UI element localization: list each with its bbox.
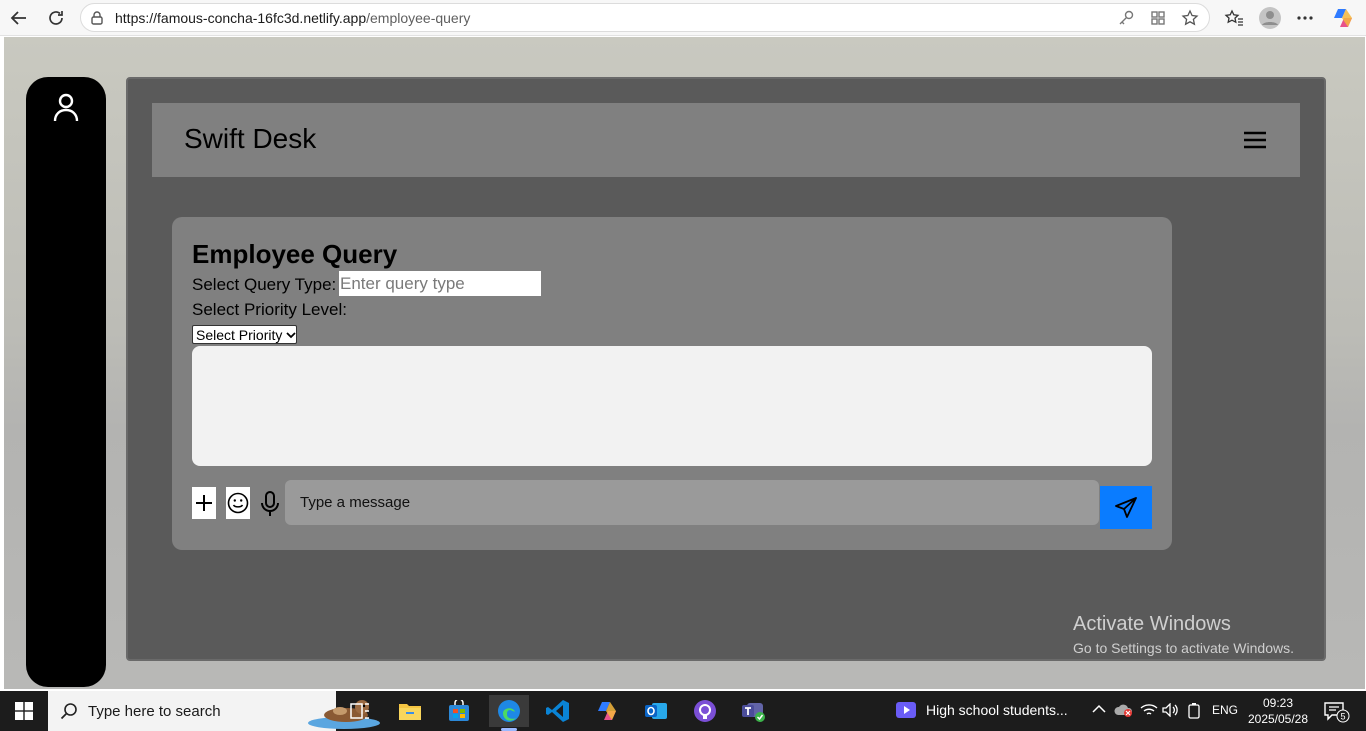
github-icon xyxy=(694,700,716,722)
system-clock[interactable]: 09:23 2025/05/28 xyxy=(1246,695,1310,727)
notification-count: 5 xyxy=(1340,712,1345,722)
vscode-icon xyxy=(546,700,569,722)
more-icon xyxy=(1297,16,1313,20)
lock-icon[interactable] xyxy=(89,10,105,31)
microphone-icon[interactable] xyxy=(260,491,280,522)
favorites-icon xyxy=(1224,9,1243,26)
url-text: https://famous-concha-16fc3d.netlify.app… xyxy=(115,10,470,26)
page-viewport: Swift Desk Employee Query Select Query T… xyxy=(4,37,1365,689)
battery-icon[interactable] xyxy=(1187,703,1201,722)
back-button[interactable] xyxy=(6,5,32,31)
volume-icon[interactable] xyxy=(1162,702,1180,720)
address-bar[interactable]: https://famous-concha-16fc3d.netlify.app… xyxy=(80,3,1210,32)
extensions-icon[interactable] xyxy=(1149,9,1169,27)
video-news-icon xyxy=(896,702,916,718)
plus-icon xyxy=(196,495,212,511)
windows-logo-icon xyxy=(15,702,33,720)
key-icon[interactable] xyxy=(1117,9,1137,27)
message-input[interactable] xyxy=(285,480,1099,525)
priority-selected-value: Select Priority xyxy=(196,326,283,343)
news-headline: High school students... xyxy=(926,702,1068,718)
activate-windows-watermark: Activate Windows Go to Settings to activ… xyxy=(1073,613,1294,656)
query-type-input[interactable] xyxy=(339,271,541,296)
search-placeholder: Type here to search xyxy=(88,703,221,720)
attach-button[interactable] xyxy=(192,487,216,519)
store-icon xyxy=(449,700,469,721)
favorites-button[interactable] xyxy=(1221,5,1247,31)
refresh-icon xyxy=(49,11,63,25)
onedrive-icon[interactable] xyxy=(1114,703,1134,720)
wifi-icon[interactable] xyxy=(1140,703,1158,720)
start-button[interactable] xyxy=(0,691,48,731)
news-widget[interactable]: High school students... xyxy=(896,701,1068,719)
send-button[interactable] xyxy=(1100,486,1152,529)
query-type-label: Select Query Type: xyxy=(192,275,337,294)
folder-icon xyxy=(399,704,421,720)
copilot-button[interactable] xyxy=(1330,5,1356,31)
refresh-button[interactable] xyxy=(43,5,69,31)
task-view-button[interactable] xyxy=(340,695,380,727)
more-button[interactable] xyxy=(1292,5,1318,31)
task-view-icon xyxy=(350,703,369,719)
edge-icon xyxy=(498,700,520,722)
browser-toolbar: https://famous-concha-16fc3d.netlify.app… xyxy=(0,0,1366,36)
smiley-icon xyxy=(227,492,249,514)
profile-button[interactable] xyxy=(1257,5,1283,31)
hamburger-menu-icon[interactable] xyxy=(1244,131,1266,154)
priority-select[interactable]: Select Priority xyxy=(192,325,297,344)
notification-icon: 5 xyxy=(1324,702,1350,723)
sidebar xyxy=(26,77,106,687)
outlook-button[interactable] xyxy=(636,695,676,727)
query-heading: Employee Query xyxy=(192,239,398,269)
app-header: Swift Desk xyxy=(152,103,1300,177)
star-icon[interactable] xyxy=(1181,9,1201,27)
avatar-icon xyxy=(1259,7,1281,29)
url-path: /employee-query xyxy=(366,10,471,26)
copilot-app-button[interactable] xyxy=(587,695,627,727)
edge-button[interactable] xyxy=(489,695,529,731)
emoji-button[interactable] xyxy=(226,487,250,519)
app-title: Swift Desk xyxy=(184,123,317,154)
taskbar-search[interactable]: Type here to search xyxy=(48,691,380,731)
search-icon xyxy=(60,702,78,725)
send-icon xyxy=(1115,496,1137,518)
watermark-line1: Activate Windows xyxy=(1073,613,1231,635)
main-panel: Swift Desk Employee Query Select Query T… xyxy=(126,77,1326,661)
clock-date: 2025/05/28 xyxy=(1247,712,1309,726)
url-host: https://famous-concha-16fc3d.netlify.app xyxy=(115,10,367,26)
language-indicator[interactable]: ENG xyxy=(1212,703,1238,717)
priority-label: Select Priority Level: xyxy=(192,300,347,319)
arrow-left-icon xyxy=(10,11,26,25)
file-explorer-button[interactable] xyxy=(390,695,430,727)
github-button[interactable] xyxy=(685,695,725,727)
chat-messages-area xyxy=(192,346,1152,466)
taskbar: Type here to search High school students… xyxy=(0,691,1366,731)
clock-time: 09:23 xyxy=(1262,696,1294,710)
outlook-icon xyxy=(645,703,667,719)
chevron-up-icon[interactable] xyxy=(1092,703,1106,718)
employee-query-card: Employee Query Select Query Type: Select… xyxy=(172,217,1172,550)
watermark-line2: Go to Settings to activate Windows. xyxy=(1073,640,1294,656)
vscode-button[interactable] xyxy=(538,695,578,727)
copilot-app-icon xyxy=(598,702,616,720)
teams-icon xyxy=(742,703,765,722)
user-icon[interactable] xyxy=(53,93,79,128)
notification-center-button[interactable]: 5 xyxy=(1324,701,1350,728)
chevron-down-icon xyxy=(286,331,296,338)
store-button[interactable] xyxy=(439,695,479,727)
copilot-icon xyxy=(1334,9,1352,27)
teams-button[interactable] xyxy=(734,695,774,727)
